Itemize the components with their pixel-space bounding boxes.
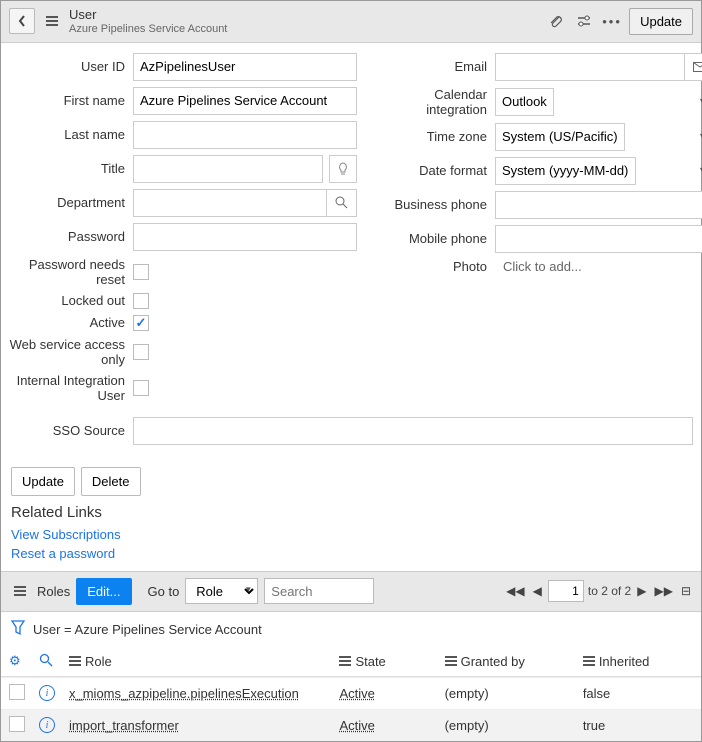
pager-collapse-icon[interactable]: ⊟ — [679, 582, 693, 600]
label-active: Active — [9, 315, 133, 330]
label-pwreset: Password needs reset — [9, 257, 133, 287]
input-lastname[interactable] — [133, 121, 357, 149]
settings-sliders-icon[interactable] — [573, 10, 595, 32]
label-dateformat: Date format — [371, 163, 495, 178]
info-icon[interactable]: i — [39, 717, 55, 733]
goto-label: Go to — [148, 584, 180, 599]
checkbox-active[interactable] — [133, 315, 149, 331]
table-search-icon[interactable] — [39, 655, 53, 670]
label-photo: Photo — [371, 259, 495, 274]
pager-prev-icon[interactable]: ◀ — [531, 582, 544, 600]
cell-inh: false — [583, 686, 693, 701]
label-userid: User ID — [9, 59, 133, 74]
input-sso[interactable] — [133, 417, 693, 445]
page-title: User — [69, 7, 539, 23]
label-mobphone: Mobile phone — [371, 231, 495, 246]
link-view-subscriptions[interactable]: View Subscriptions — [1, 525, 701, 544]
label-lastname: Last name — [9, 127, 133, 142]
checkbox-webonly[interactable] — [133, 344, 149, 360]
filter-icon[interactable] — [11, 620, 25, 639]
cell-grant: (empty) — [445, 686, 577, 701]
roles-edit-button[interactable]: Edit... — [76, 578, 131, 605]
pager-total: to 2 of 2 — [588, 584, 631, 598]
col-state[interactable]: State — [355, 654, 385, 669]
pager-last-icon[interactable]: ▶▶ — [652, 582, 674, 600]
cell-inh: true — [583, 718, 693, 733]
col-menu-icon[interactable] — [583, 660, 595, 662]
goto-select[interactable]: Role — [185, 578, 258, 604]
link-reset-password[interactable]: Reset a password — [1, 544, 701, 563]
roles-menu-icon[interactable] — [9, 580, 31, 602]
label-sso: SSO Source — [9, 423, 133, 438]
cell-state[interactable]: Active — [339, 686, 374, 701]
label-timezone: Time zone — [371, 129, 495, 144]
select-dateformat[interactable]: System (yyyy-MM-dd) — [495, 157, 636, 185]
label-webonly: Web service access only — [9, 337, 133, 367]
input-bizphone[interactable] — [495, 191, 702, 219]
input-password[interactable] — [133, 223, 357, 251]
cell-state[interactable]: Active — [339, 718, 374, 733]
label-bizphone: Business phone — [371, 197, 495, 212]
roles-search-input[interactable] — [264, 578, 374, 604]
label-locked: Locked out — [9, 293, 133, 308]
update-button-header[interactable]: Update — [629, 8, 693, 35]
label-internal: Internal Integration User — [9, 373, 133, 403]
roles-tab-label: Roles — [37, 584, 70, 599]
table-gear-icon[interactable]: ⚙ — [9, 653, 21, 668]
checkbox-pwreset[interactable] — [133, 264, 149, 280]
col-menu-icon[interactable] — [339, 660, 351, 662]
title-suggest-icon[interactable] — [329, 155, 357, 183]
input-userid[interactable] — [133, 53, 357, 81]
label-password: Password — [9, 229, 133, 244]
label-department: Department — [9, 195, 133, 210]
col-role[interactable]: Role — [85, 654, 112, 669]
cell-grant: (empty) — [445, 718, 577, 733]
input-mobphone[interactable] — [495, 225, 702, 253]
delete-button[interactable]: Delete — [81, 467, 141, 496]
related-links-heading: Related Links — [1, 504, 701, 525]
cell-role[interactable]: x_mioms_azpipeline.pipelinesExecution — [69, 686, 299, 701]
cell-role[interactable]: import_transformer — [69, 718, 179, 733]
row-checkbox[interactable] — [9, 684, 25, 700]
label-email: Email — [371, 59, 495, 74]
label-calendar: Calendar integration — [371, 87, 495, 117]
row-checkbox[interactable] — [9, 716, 25, 732]
select-calendar[interactable]: Outlook — [495, 88, 554, 116]
col-inh[interactable]: Inherited — [599, 654, 650, 669]
update-button[interactable]: Update — [11, 467, 75, 496]
department-lookup-icon[interactable] — [327, 189, 357, 217]
back-button[interactable] — [9, 8, 35, 34]
attachment-icon[interactable] — [545, 10, 567, 32]
pager-first-icon[interactable]: ◀◀ — [504, 582, 526, 600]
checkbox-internal[interactable] — [133, 380, 149, 396]
filter-text: User = Azure Pipelines Service Account — [33, 622, 262, 637]
input-department[interactable] — [133, 189, 327, 217]
info-icon[interactable]: i — [39, 685, 55, 701]
input-email[interactable] — [495, 53, 685, 81]
more-icon[interactable]: ••• — [601, 10, 623, 32]
pager-page-input[interactable] — [548, 580, 584, 602]
col-menu-icon[interactable] — [445, 660, 457, 662]
pager-next-icon[interactable]: ▶ — [635, 582, 648, 600]
checkbox-locked[interactable] — [133, 293, 149, 309]
col-grant[interactable]: Granted by — [461, 654, 525, 669]
select-timezone[interactable]: System (US/Pacific) — [495, 123, 625, 151]
col-menu-icon[interactable] — [69, 660, 81, 662]
page-subtitle: Azure Pipelines Service Account — [69, 23, 539, 36]
input-firstname[interactable] — [133, 87, 357, 115]
label-title: Title — [9, 161, 133, 176]
photo-add-link[interactable]: Click to add... — [495, 259, 702, 274]
label-firstname: First name — [9, 93, 133, 108]
input-title[interactable] — [133, 155, 323, 183]
email-send-icon[interactable] — [685, 53, 702, 81]
menu-icon[interactable] — [41, 10, 63, 32]
